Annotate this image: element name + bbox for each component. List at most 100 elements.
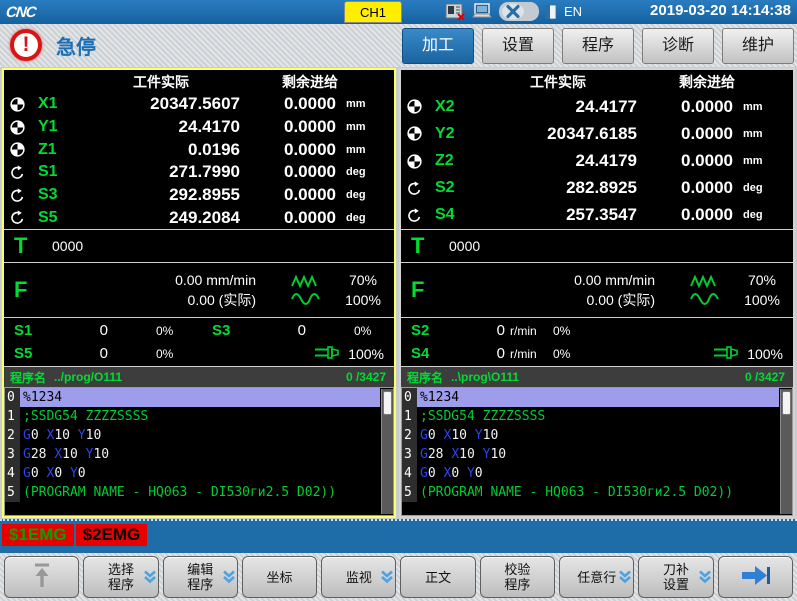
program-line[interactable]: 4G0 X0 Y0 <box>5 464 393 483</box>
spindle-unit: r/min <box>505 324 553 338</box>
axis-name: S2 <box>427 179 479 197</box>
axis-rows: X120347.56070.0000mmY124.41700.0000mmZ10… <box>4 93 394 229</box>
softkey-label: 程序 <box>504 577 530 592</box>
axis-remain-value: 0.0000 <box>240 117 336 137</box>
feed-actual: 0.00 (实际) <box>52 290 256 310</box>
chevron-down-icon <box>223 571 235 584</box>
program-line[interactable]: 3G28 X10 Y10 <box>402 445 792 464</box>
tool-section: T0000 <box>4 229 394 262</box>
axis-actual-value: 20347.5607 <box>82 94 240 114</box>
text-button[interactable]: 正文 <box>400 556 475 598</box>
tool-comp-button[interactable]: 刀补设置 <box>638 556 713 598</box>
spindle-override-percent: 100% <box>348 346 384 362</box>
tab-诊断[interactable]: 诊断 <box>642 28 714 64</box>
next-page-icon <box>738 564 772 590</box>
axis-name: S5 <box>30 209 82 227</box>
monitor-button[interactable]: 监视 <box>321 556 396 598</box>
axis-name: S4 <box>427 206 479 224</box>
tab-程序[interactable]: 程序 <box>562 28 634 64</box>
axis-actual-value: 292.8955 <box>82 185 240 205</box>
feed-override-icon <box>291 292 321 305</box>
program-name-bar: 程序名..\prog\O1110 /3427 <box>401 366 793 387</box>
softkey-toolbar: 选择程序编辑程序坐标监视正文校验程序任意行刀补设置 <box>0 553 797 601</box>
axis-actual-value: 20347.6185 <box>479 124 637 144</box>
program-line[interactable]: 0%1234 <box>402 388 792 407</box>
spindle-name: S1 <box>4 322 50 339</box>
program-line[interactable]: 3G28 X10 Y10 <box>5 445 393 464</box>
scrollbar-thumb[interactable] <box>782 391 791 415</box>
tab-设置[interactable]: 设置 <box>482 28 554 64</box>
spindle-row: S20r/min0% <box>401 320 793 341</box>
program-scrollbar[interactable] <box>381 389 393 514</box>
program-line-text: G0 X10 Y10 <box>417 426 779 445</box>
spindle-S4: S40r/min0% <box>401 345 599 362</box>
feed-override-percents: 70%100% <box>332 270 394 310</box>
datetime-display: 2019-03-20 14:14:38 <box>650 2 791 19</box>
program-line[interactable]: 0%1234 <box>5 388 393 407</box>
program-line-text: %1234 <box>20 388 380 407</box>
axis-remain-value: 0.0000 <box>240 94 336 114</box>
spindle-name: S3 <box>202 322 248 339</box>
rotary-axis-icon <box>401 208 427 223</box>
program-line[interactable]: 2G0 X10 Y10 <box>402 426 792 445</box>
machine-status-icon[interactable] <box>445 3 465 20</box>
softkey-label: 程序 <box>187 577 213 592</box>
program-listing[interactable]: 0%12341;SSDG54 ZZZZSSSS2G0 X10 Y103G28 X… <box>4 387 394 516</box>
program-line[interactable]: 4G0 X0 Y0 <box>402 464 792 483</box>
spindle-override: 100% <box>314 345 384 363</box>
col-header-remain: 剩余进给 <box>240 72 380 92</box>
program-name-bar: 程序名../prog/O1110 /3427 <box>4 366 394 387</box>
tab-加工[interactable]: 加工 <box>402 28 474 64</box>
program-line-number: 3 <box>5 445 20 464</box>
verify-program-button[interactable]: 校验程序 <box>480 556 555 598</box>
disconnect-icon[interactable] <box>499 2 539 21</box>
softkey-label: 刀补 <box>663 562 689 577</box>
program-line[interactable]: 2G0 X10 Y10 <box>5 426 393 445</box>
program-line-number: 2 <box>5 426 20 445</box>
program-listing[interactable]: 0%12341;SSDG54 ZZZZSSSS2G0 X10 Y103G28 X… <box>401 387 793 516</box>
axis-actual-value: 0.0196 <box>82 140 240 160</box>
program-line-text: G0 X10 Y10 <box>20 426 380 445</box>
tab-维护[interactable]: 维护 <box>722 28 794 64</box>
program-line-number: 3 <box>402 445 417 464</box>
channel-tab[interactable]: CH1 <box>344 1 402 23</box>
scrollbar-thumb[interactable] <box>383 391 392 415</box>
spindle-name: S4 <box>401 345 447 362</box>
col-header-remain: 剩余进给 <box>637 72 777 92</box>
axis-row-Z2: Z224.41790.0000mm <box>401 147 793 174</box>
linear-axis-icon <box>401 154 427 169</box>
axis-name: X1 <box>30 95 82 113</box>
language-icon[interactable] <box>545 5 556 19</box>
axis-name: Y1 <box>30 118 82 136</box>
return-button[interactable] <box>4 556 79 598</box>
program-line[interactable]: 1;SSDG54 ZZZZSSSS <box>5 407 393 426</box>
program-line[interactable]: 5(PROGRAM NAME - HQ063 - DI530ги2.5 D02)… <box>5 483 393 502</box>
feed-actual: 0.00 (实际) <box>449 290 655 310</box>
up-arrow-icon <box>30 562 54 592</box>
tool-section: T0000 <box>401 229 793 262</box>
axis-name: Y2 <box>427 125 479 143</box>
program-scrollbar[interactable] <box>780 389 792 514</box>
coordinates-button[interactable]: 坐标 <box>242 556 317 598</box>
program-line-text: (PROGRAM NAME - HQ063 - DI530ги2.5 D02)) <box>417 483 779 502</box>
language-label[interactable]: EN <box>564 4 582 19</box>
spindle-name: S2 <box>401 322 447 339</box>
feed-override-icon <box>690 292 720 305</box>
program-line-number: 5 <box>5 483 20 502</box>
title-bar: CNC CH1 EN 2019-03-20 14:14:38 <box>0 0 797 24</box>
laptop-icon[interactable] <box>471 3 493 20</box>
program-line-number: 4 <box>5 464 20 483</box>
axis-name: S1 <box>30 163 82 181</box>
spindle-percent: 0% <box>156 324 202 338</box>
edit-program-button[interactable]: 编辑程序 <box>163 556 238 598</box>
program-line[interactable]: 1;SSDG54 ZZZZSSSS <box>402 407 792 426</box>
axis-remain-value: 0.0000 <box>637 178 733 198</box>
program-line[interactable]: 5(PROGRAM NAME - HQ063 - DI530ги2.5 D02)… <box>402 483 792 502</box>
next-menu-button[interactable] <box>718 556 793 598</box>
axis-table-header: 工件实际剩余进给 <box>4 70 394 93</box>
select-program-button[interactable]: 选择程序 <box>83 556 158 598</box>
spindle-section: S100%S300%S500%100% <box>4 317 394 366</box>
any-line-button[interactable]: 任意行 <box>559 556 634 598</box>
axis-remain-value: 0.0000 <box>240 185 336 205</box>
softkey-label: 设置 <box>663 577 689 592</box>
